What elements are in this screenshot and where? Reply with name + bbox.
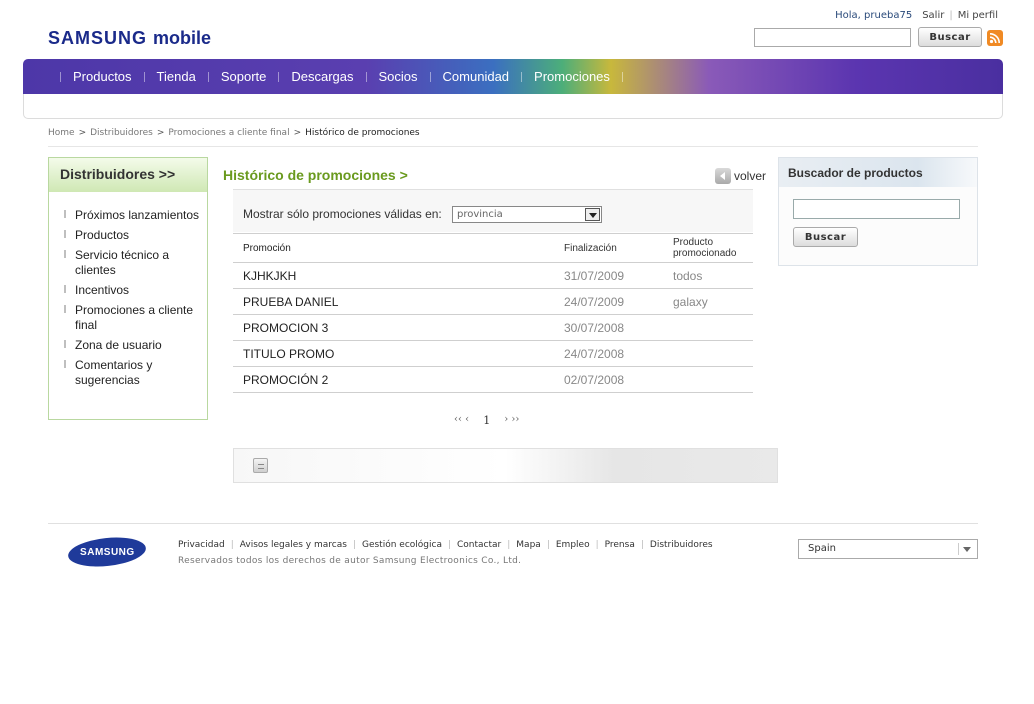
breadcrumb-distribuidores[interactable]: Distribuidores [90, 128, 153, 138]
sidebar-menu: Próximos lanzamientos Productos Servicio… [49, 208, 207, 388]
sidebar-item-incentivos[interactable]: Incentivos [49, 283, 207, 298]
breadcrumb-home[interactable]: Home [48, 128, 75, 138]
cell-finalizacion: 24/07/2009 [564, 288, 673, 315]
cell-promocion[interactable]: PROMOCION 3 [233, 314, 564, 341]
product-search-title: Buscador de productos [779, 158, 977, 187]
cell-producto [673, 340, 753, 367]
cell-promocion[interactable]: TITULO PROMO [233, 340, 564, 367]
sidebar-title[interactable]: Distribuidores >> [49, 158, 207, 192]
user-links: Hola, prueba75 Salir | Mi perfil [835, 10, 998, 21]
footer-link-gestion[interactable]: Gestión ecológica [362, 540, 442, 550]
footer-link-avisos[interactable]: Avisos legales y marcas [240, 540, 347, 550]
cell-finalizacion: 31/07/2009 [564, 262, 673, 289]
cell-finalizacion: 02/07/2008 [564, 366, 673, 393]
footer-link-distribuidores[interactable]: Distribuidores [650, 540, 713, 550]
cell-promocion[interactable]: PRUEBA DANIEL [233, 288, 564, 315]
logo-brand: SAMSUNG [48, 28, 148, 48]
print-icon[interactable] [253, 458, 268, 473]
table-row[interactable]: PROMOCION 3 30/07/2008 [233, 314, 753, 341]
nav-socios[interactable]: Socios [379, 69, 418, 84]
header-search-input[interactable] [754, 28, 911, 47]
nav-tienda[interactable]: Tienda [157, 69, 196, 84]
nav-comunidad[interactable]: Comunidad [443, 69, 510, 84]
table-row[interactable]: TITULO PROMO 24/07/2008 [233, 340, 753, 367]
table-row[interactable]: KJHKJKH 31/07/2009 todos [233, 262, 753, 289]
breadcrumb-promociones[interactable]: Promociones a cliente final [168, 128, 289, 138]
footer-links: Privacidad | Avisos legales y marcas | G… [178, 540, 713, 550]
sidebar-item-proximos-lanzamientos[interactable]: Próximos lanzamientos [49, 208, 207, 223]
province-select[interactable]: provincia [452, 206, 602, 223]
cell-producto: galaxy [673, 288, 753, 315]
pagination: ‹‹ ‹ 1 › ›› [454, 414, 519, 427]
table-row[interactable]: PRUEBA DANIEL 24/07/2009 galaxy [233, 288, 753, 315]
samsung-footer-logo[interactable]: SAMSUNG [66, 534, 148, 570]
back-arrow-icon [715, 168, 731, 184]
rss-feed-icon[interactable] [987, 30, 1003, 46]
back-label: volver [734, 169, 767, 183]
chevron-down-icon[interactable] [585, 208, 600, 221]
header-search-button[interactable]: Buscar [918, 27, 982, 47]
user-greeting: Hola, prueba75 [835, 10, 913, 21]
footer-logo-text: SAMSUNG [79, 546, 135, 558]
country-select-value: Spain [808, 543, 836, 554]
pager-page[interactable]: 1 [483, 414, 490, 427]
pager-prev[interactable]: ‹‹ ‹ [454, 414, 469, 427]
sub-navbar [23, 94, 1003, 119]
breadcrumb: Home > Distribuidores > Promociones a cl… [48, 128, 420, 138]
cell-producto [673, 314, 753, 341]
sidebar-item-zona-usuario[interactable]: Zona de usuario [49, 338, 207, 353]
nav-promociones[interactable]: Promociones [534, 69, 610, 84]
cell-finalizacion: 24/07/2008 [564, 340, 673, 367]
profile-link[interactable]: Mi perfil [958, 10, 998, 21]
filter-label: Mostrar sólo promociones válidas en: [243, 207, 442, 221]
back-button[interactable]: volver [715, 168, 766, 184]
column-producto: Producto promocionado [673, 233, 753, 263]
footer-link-prensa[interactable]: Prensa [605, 540, 635, 550]
footer-link-privacidad[interactable]: Privacidad [178, 540, 225, 550]
sidebar-item-comentarios[interactable]: Comentarios y sugerencias [49, 358, 207, 388]
nav-productos[interactable]: Productos [73, 69, 132, 84]
province-select-value: provincia [457, 209, 503, 220]
table-header-row: Promoción Finalización Producto promocio… [233, 233, 753, 263]
footer-divider [48, 523, 978, 524]
product-search-input[interactable] [793, 199, 960, 219]
cell-promocion[interactable]: PROMOCIÓN 2 [233, 366, 564, 393]
sidebar-item-promociones[interactable]: Promociones a cliente final [49, 303, 207, 333]
nav-descargas[interactable]: Descargas [291, 69, 353, 84]
footer-link-mapa[interactable]: Mapa [516, 540, 541, 550]
divider [48, 146, 978, 147]
column-finalizacion: Finalización [564, 233, 673, 263]
product-search-button[interactable]: Buscar [793, 227, 858, 247]
cell-finalizacion: 30/07/2008 [564, 314, 673, 341]
chevron-down-icon[interactable] [963, 547, 971, 552]
logo-suffix: mobile [153, 28, 212, 48]
samsung-mobile-logo[interactable]: SAMSUNG mobile [48, 28, 211, 49]
country-select[interactable]: Spain [798, 539, 978, 559]
cell-promocion[interactable]: KJHKJKH [233, 262, 564, 289]
column-promocion: Promoción [233, 233, 564, 263]
distribuidores-sidebar: Distribuidores >> Próximos lanzamientos … [48, 157, 208, 420]
cell-producto: todos [673, 262, 753, 289]
table-row[interactable]: PROMOCIÓN 2 02/07/2008 [233, 366, 753, 393]
footer-link-empleo[interactable]: Empleo [556, 540, 590, 550]
page-title: Histórico de promociones > [223, 167, 408, 183]
logout-link[interactable]: Salir [922, 10, 944, 21]
nav-soporte[interactable]: Soporte [221, 69, 267, 84]
sidebar-item-productos[interactable]: Productos [49, 228, 207, 243]
promotions-table: Promoción Finalización Producto promocio… [233, 233, 753, 393]
pager-next[interactable]: › ›› [504, 414, 519, 427]
breadcrumb-current: Histórico de promociones [305, 128, 420, 138]
copyright-text: Reservados todos los derechos de autor S… [178, 556, 522, 566]
cell-producto [673, 366, 753, 393]
main-nav: Productos Tienda Soporte Descargas Socio… [48, 59, 635, 94]
action-bar [233, 448, 778, 483]
footer-link-contactar[interactable]: Contactar [457, 540, 501, 550]
sidebar-item-servicio-tecnico[interactable]: Servicio técnico a clientes [49, 248, 207, 278]
